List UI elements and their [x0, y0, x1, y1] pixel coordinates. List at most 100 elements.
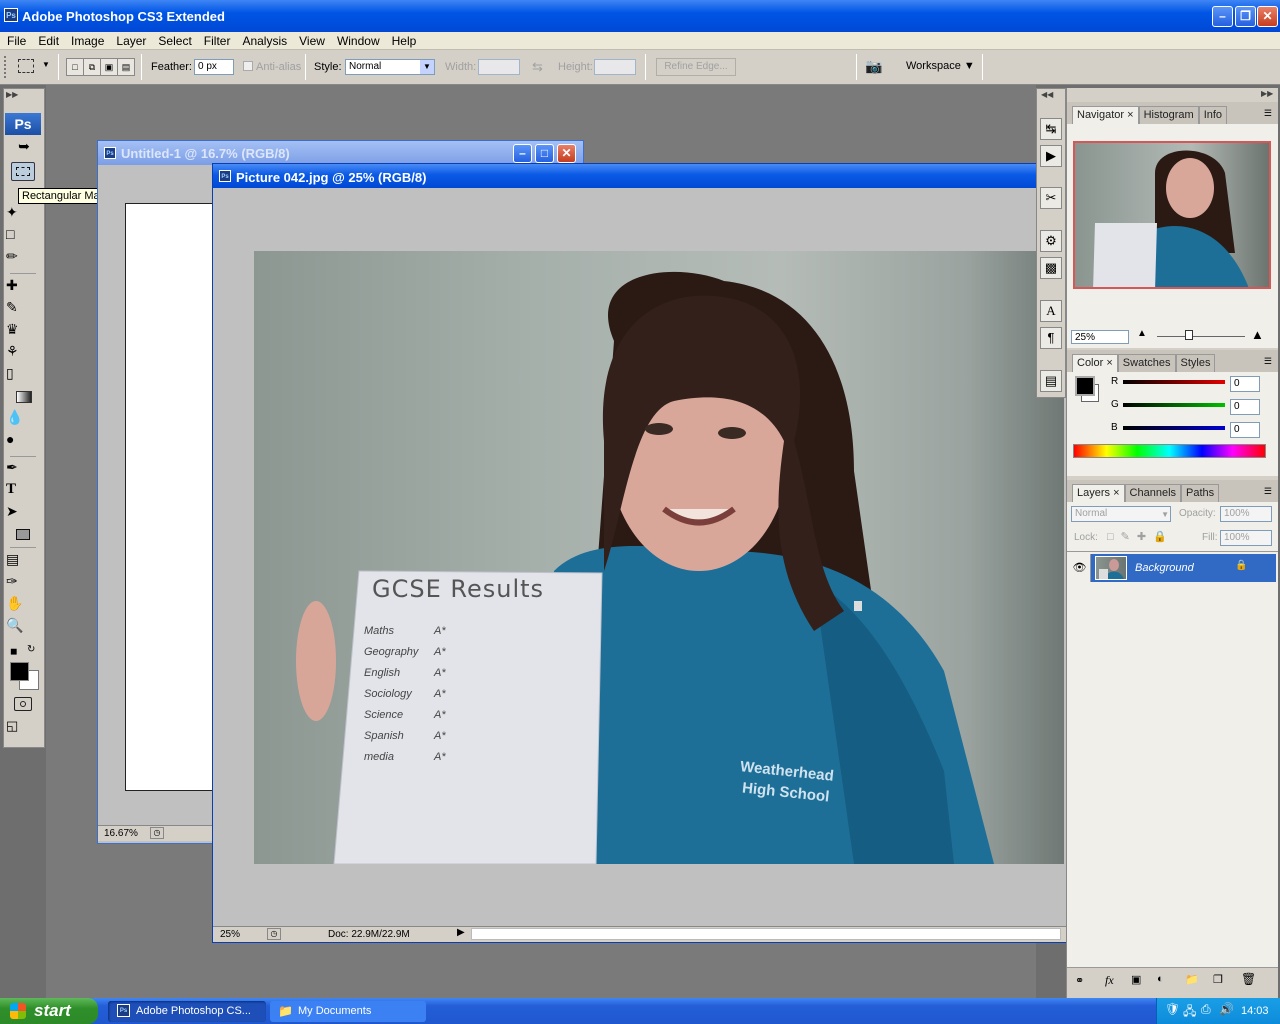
clone-stamp-tool-icon[interactable]: ♛ [6, 321, 42, 338]
maximize-button[interactable]: □ [535, 144, 554, 163]
clone-source-panel-icon[interactable]: ▩ [1040, 257, 1062, 279]
menu-analysis[interactable]: Analysis [236, 32, 293, 48]
gradient-tool-icon[interactable] [16, 391, 32, 403]
quick-mask-icon[interactable] [14, 697, 32, 711]
color-spectrum-ramp[interactable] [1073, 444, 1266, 458]
layer-row-background[interactable]: 👁 Background 🔒 [1069, 554, 1276, 582]
volume-icon[interactable]: 🔊 [1219, 1002, 1234, 1016]
minimize-button[interactable]: – [1212, 6, 1233, 27]
rectangle-tool-icon[interactable] [16, 529, 30, 540]
photoshop-logo[interactable]: Ps [5, 113, 41, 135]
printer-icon[interactable]: ⎙ [1201, 1002, 1211, 1017]
foreground-color-swatch[interactable] [1075, 376, 1095, 396]
menu-image[interactable]: Image [65, 32, 110, 48]
notes-tool-icon[interactable]: ▤ [6, 551, 42, 568]
screen-mode-icon[interactable]: ◱ [6, 718, 42, 734]
layer-comps-panel-icon[interactable]: ▤ [1040, 370, 1062, 392]
height-input[interactable] [594, 59, 636, 75]
tab-histogram[interactable]: Histogram [1138, 106, 1199, 124]
fill-input[interactable]: 100% [1220, 530, 1272, 546]
marquee-preset-icon[interactable] [18, 59, 34, 73]
collapse-dock-icon[interactable]: ▶▶ [1261, 89, 1273, 98]
tab-info[interactable]: Info [1198, 106, 1228, 124]
menu-view[interactable]: View [293, 32, 331, 48]
feather-input[interactable]: 0 px [194, 59, 234, 75]
workspace-menu[interactable]: Workspace ▼ [906, 60, 975, 72]
panel-menu-icon[interactable]: ☰ [1264, 486, 1272, 497]
navigator-thumbnail[interactable] [1073, 141, 1271, 289]
navigator-zoom-input[interactable]: 25% [1071, 330, 1129, 344]
blue-value-input[interactable]: 0 [1230, 422, 1260, 438]
new-layer-icon[interactable]: ❐ [1213, 973, 1223, 986]
path-selection-tool-icon[interactable]: ➤ [6, 503, 42, 520]
blend-mode-select[interactable]: Normal ▼ [1071, 506, 1171, 522]
red-slider[interactable] [1123, 380, 1225, 384]
magic-wand-tool-icon[interactable]: ✦ [6, 204, 42, 221]
tab-color[interactable]: Color × [1072, 354, 1118, 372]
taskbar-item-photoshop[interactable]: Ps Adobe Photoshop CS... [108, 1001, 266, 1022]
zoom-slider-track[interactable] [1157, 336, 1245, 337]
swap-colors-icon[interactable]: ↻ [27, 644, 35, 655]
lock-options-icon[interactable]: □✎✚🔒 [1107, 530, 1174, 543]
minimize-button[interactable]: – [513, 144, 532, 163]
character-panel-icon[interactable]: A [1040, 300, 1062, 322]
zoom-in-icon[interactable]: ▲ [1251, 327, 1264, 342]
zoom-tool-icon[interactable]: 🔍 [6, 617, 42, 634]
history-brush-tool-icon[interactable]: ⚘ [6, 343, 42, 360]
antialias-checkbox[interactable] [243, 61, 253, 71]
dodge-tool-icon[interactable]: ● [6, 431, 42, 447]
horizontal-scrollbar[interactable] [471, 928, 1061, 940]
layer-mask-icon[interactable]: ▣ [1131, 973, 1141, 986]
tool-preset-arrow-icon[interactable]: ▼ [42, 60, 50, 69]
delete-layer-icon[interactable]: 🗑 [1241, 972, 1256, 986]
close-tab-icon[interactable]: × [1127, 109, 1133, 121]
foreground-color-swatch[interactable] [10, 662, 29, 681]
intersect-selection-icon[interactable]: ▤ [117, 58, 135, 76]
opacity-input[interactable]: 100% [1220, 506, 1272, 522]
network-icon[interactable]: 🖧 [1183, 1002, 1196, 1023]
swap-icon[interactable]: ⇆ [532, 59, 543, 75]
rectangular-marquee-tool-icon[interactable] [11, 162, 35, 181]
tab-navigator[interactable]: Navigator × [1072, 106, 1139, 124]
panel-menu-icon[interactable]: ☰ [1264, 356, 1272, 367]
tab-paths[interactable]: Paths [1181, 484, 1220, 502]
menu-file[interactable]: File [0, 32, 32, 48]
style-select[interactable]: Normal ▼ [345, 59, 435, 75]
taskbar-item-my-documents[interactable]: 📁 My Documents [270, 1001, 426, 1022]
type-tool-icon[interactable]: T [6, 481, 42, 498]
add-to-selection-icon[interactable]: ⧉ [83, 58, 101, 76]
zoom-slider-thumb[interactable] [1185, 330, 1193, 340]
eraser-tool-icon[interactable]: ▯ [6, 365, 42, 382]
actions-panel-icon[interactable]: ▶ [1040, 145, 1062, 167]
tab-layers[interactable]: Layers × [1072, 484, 1125, 502]
paragraph-panel-icon[interactable]: ¶ [1040, 327, 1062, 349]
move-tool-icon[interactable]: ➥ [6, 138, 42, 159]
start-button[interactable]: start [0, 998, 98, 1024]
menu-layer[interactable]: Layer [110, 32, 152, 48]
new-group-icon[interactable]: 📁 [1185, 973, 1199, 986]
pen-tool-icon[interactable]: ✒ [6, 459, 42, 476]
status-menu-icon[interactable]: ◷ [150, 827, 164, 839]
clock[interactable]: 14:03 [1241, 1005, 1269, 1017]
panel-menu-icon[interactable]: ☰ [1264, 108, 1272, 119]
close-button[interactable]: ✕ [1257, 6, 1278, 27]
default-colors-icon[interactable]: ◼ [10, 646, 17, 657]
link-layers-icon[interactable]: ⚭ [1075, 974, 1084, 987]
brush-tool-icon[interactable]: ✎ [6, 299, 42, 316]
width-input[interactable] [478, 59, 520, 75]
blue-slider[interactable] [1123, 426, 1225, 430]
close-tab-icon[interactable]: × [1106, 357, 1112, 369]
app-title-bar[interactable]: Ps Adobe Photoshop CS3 Extended – ❐ ✕ [0, 0, 1280, 32]
restore-button[interactable]: ❐ [1235, 6, 1256, 27]
security-shield-icon[interactable]: 🛡 [1165, 1002, 1180, 1016]
tool-presets-panel-icon[interactable]: ✂ [1040, 187, 1062, 209]
collapse-icon[interactable]: ◀◀ [1041, 90, 1053, 99]
slice-tool-icon[interactable]: ✏ [6, 248, 42, 265]
brushes-panel-icon[interactable]: ⚙ [1040, 230, 1062, 252]
green-value-input[interactable]: 0 [1230, 399, 1260, 415]
blur-tool-icon[interactable]: 💧 [6, 409, 42, 426]
adjustment-layer-icon[interactable]: ◐ [1157, 973, 1164, 985]
tab-channels[interactable]: Channels [1124, 484, 1182, 502]
refine-edge-button[interactable]: Refine Edge... [656, 58, 736, 76]
close-tab-icon[interactable]: × [1113, 487, 1119, 499]
